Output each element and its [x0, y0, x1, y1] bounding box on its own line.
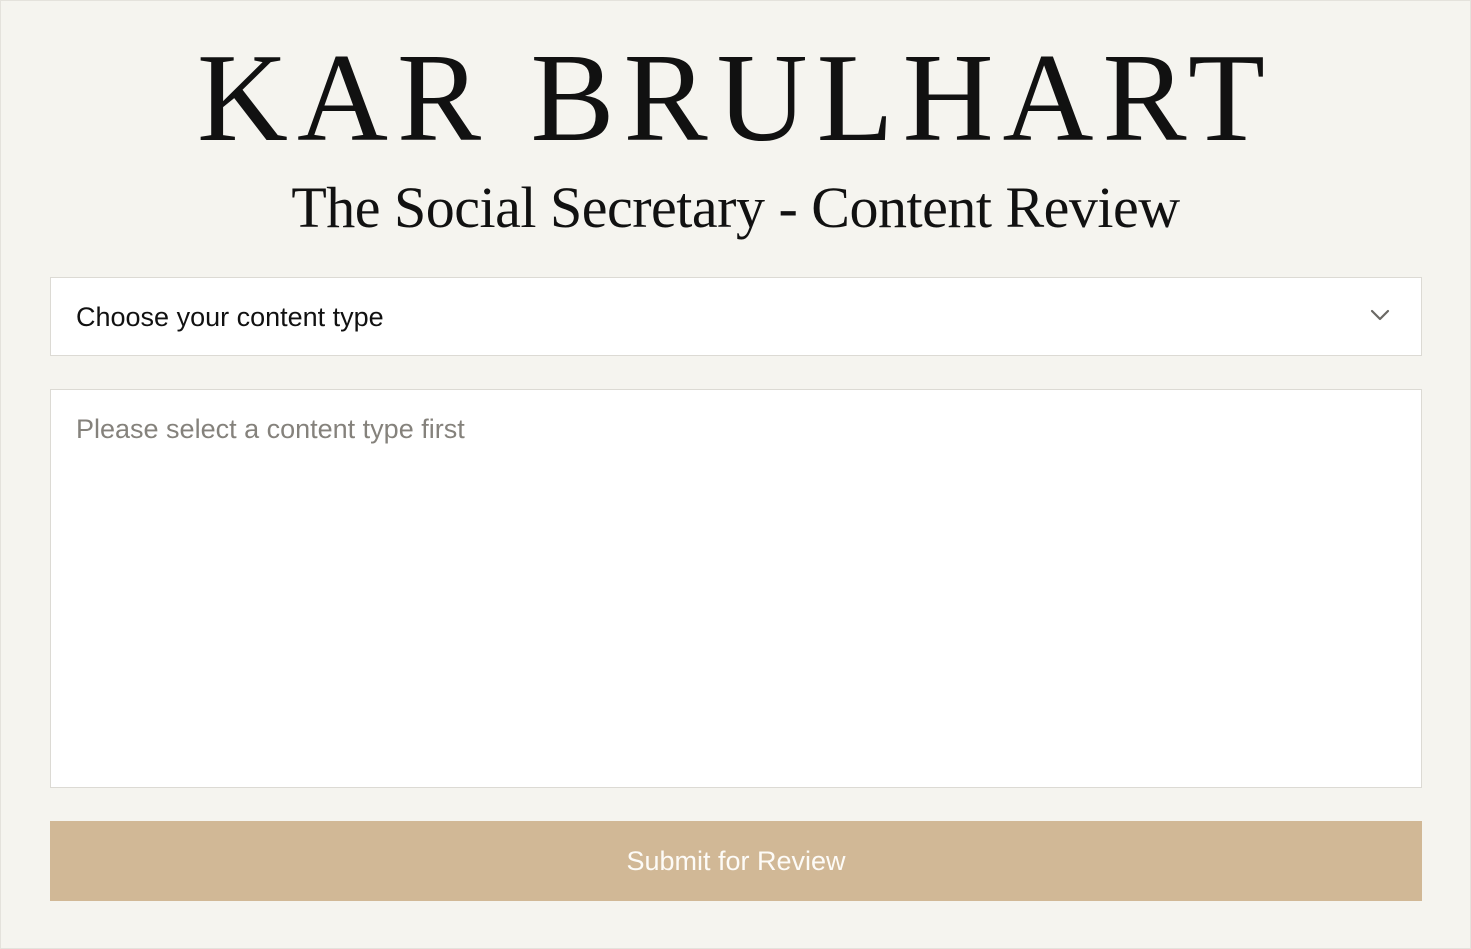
- content-type-select-value: Choose your content type: [76, 302, 384, 332]
- page-title: The Social Secretary - Content Review: [291, 175, 1180, 240]
- submit-for-review-button[interactable]: Submit for Review: [50, 821, 1422, 901]
- brand-logo-text: KAR BRULHART: [197, 29, 1274, 168]
- content-type-select[interactable]: Choose your content type: [50, 277, 1422, 356]
- chevron-down-icon: [1369, 304, 1391, 326]
- content-textarea-placeholder: Please select a content type first: [76, 414, 465, 444]
- page-frame: KAR BRULHART The Social Secretary - Cont…: [0, 0, 1471, 949]
- content-textarea[interactable]: Please select a content type first: [50, 389, 1422, 788]
